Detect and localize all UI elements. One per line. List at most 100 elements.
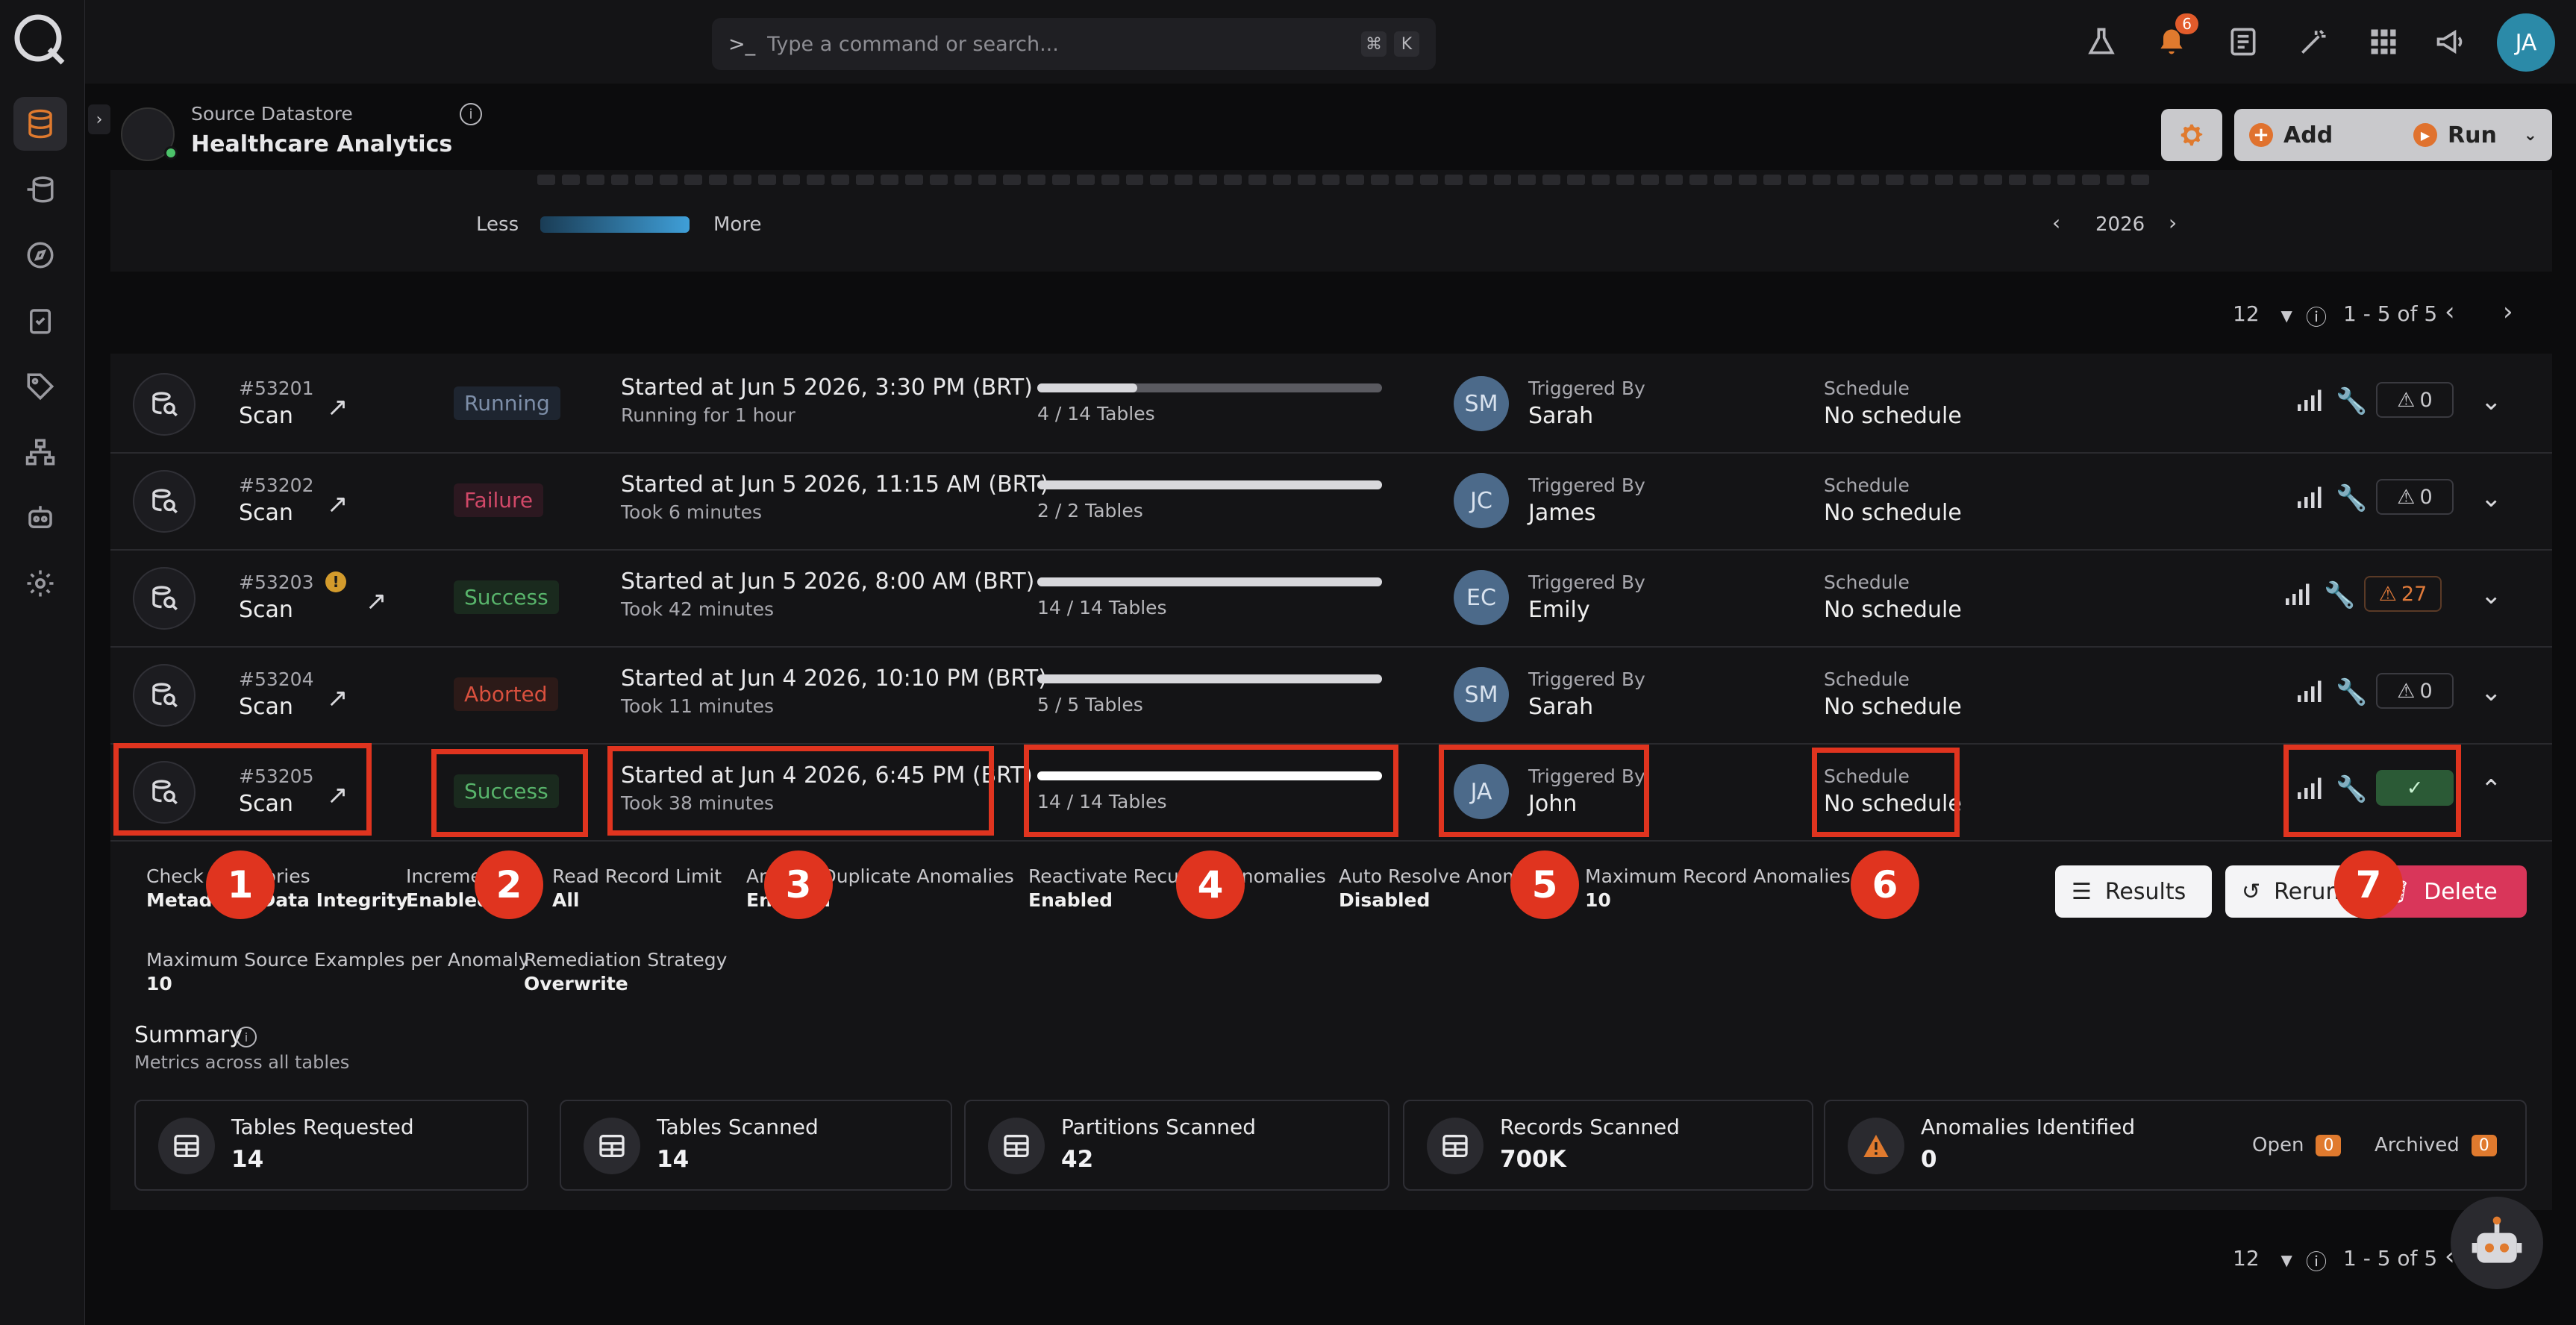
chevron-down-icon[interactable]: ⌄ [2480, 483, 2502, 513]
heatmap-cell [660, 175, 678, 185]
callout-number: 4 [1176, 851, 1245, 919]
heatmap-cell [2130, 175, 2149, 185]
archived-anomalies[interactable]: Archived 0 [2375, 1134, 2497, 1156]
heatmap-cell [1493, 175, 1512, 185]
card-label: Anomalies Identified [1921, 1115, 2136, 1139]
next-page-icon[interactable]: › [2503, 297, 2513, 327]
heatmap-cell [1125, 175, 1144, 185]
results-button[interactable]: ☰ Results [2055, 865, 2212, 918]
heatmap-cell [904, 175, 923, 185]
magic-wand-icon[interactable] [2291, 19, 2336, 64]
explore-icon[interactable] [13, 228, 67, 282]
chevron-down-icon[interactable]: ⌄ [2480, 677, 2502, 707]
heatmap-cell [2008, 175, 2027, 185]
heatmap-cell [610, 175, 629, 185]
page-size-select[interactable]: 12 ▼ [2233, 301, 2292, 326]
heatmap-cell [1542, 175, 1561, 185]
heatmap-cell [1371, 175, 1389, 185]
open-link-icon[interactable]: ↗ [327, 683, 348, 713]
heatmap-cell [1150, 175, 1169, 185]
wrench-icon[interactable]: 🔧 [2336, 386, 2367, 416]
assistant-robot-icon[interactable] [2451, 1197, 2543, 1289]
heatmap-cell [1272, 175, 1291, 185]
open-anomalies[interactable]: Open 0 [2252, 1134, 2342, 1156]
signal-bars-icon[interactable] [2283, 580, 2310, 610]
play-icon: ▶ [2413, 123, 2437, 147]
callout-box [607, 746, 994, 836]
help-icon[interactable]: ⓘ [2306, 1246, 2327, 1276]
open-link-icon[interactable]: ↗ [327, 489, 348, 519]
wrench-icon[interactable]: 🔧 [2336, 483, 2367, 513]
chevron-down-icon[interactable]: ⌄ [2480, 580, 2502, 610]
app-logo[interactable] [10, 10, 69, 69]
prev-page-icon[interactable]: ‹ [2445, 297, 2455, 327]
operation-row[interactable]: #53201 Scan ↗ Running Started at Jun 5 2… [110, 357, 2552, 452]
expand-sidebar-button[interactable]: › [88, 104, 110, 134]
card-value: 0 [1921, 1146, 1937, 1173]
open-link-icon[interactable]: ↗ [327, 392, 348, 422]
operation-row[interactable]: #53202 Scan ↗ Failure Started at Jun 5 2… [110, 454, 2552, 549]
started-at: Started at Jun 5 2026, 3:30 PM (BRT) [621, 375, 1033, 401]
status-badge: Aborted [454, 677, 558, 711]
callout-number: 7 [2334, 851, 2403, 919]
warning-dot-icon: ! [325, 571, 346, 592]
operation-row[interactable]: #53204 Scan ↗ Aborted Started at Jun 4 2… [110, 648, 2552, 743]
schedule-value: No schedule [1824, 403, 1962, 429]
callout-box [2283, 745, 2461, 837]
results-label: Results [2104, 878, 2186, 905]
user-avatar[interactable]: JA [2497, 13, 2555, 72]
help-icon[interactable]: ⓘ [2306, 301, 2327, 331]
info-icon[interactable]: i [460, 103, 482, 125]
signal-bars-icon[interactable] [2295, 677, 2322, 707]
datastore-icon[interactable] [13, 97, 67, 151]
callout-number: 2 [475, 851, 543, 919]
settings-button[interactable] [2161, 109, 2222, 161]
operation-row[interactable]: #53203 Scan ! ↗ Success Started at Jun 5… [110, 551, 2552, 646]
page-size-select-bottom[interactable]: 12 ▼ [2233, 1246, 2292, 1271]
megaphone-icon[interactable] [2428, 19, 2473, 64]
anomalies-badge[interactable]: ⚠ 0 [2376, 382, 2454, 418]
operation-type: Scan [239, 597, 293, 623]
heatmap-cell [1224, 175, 1242, 185]
triggered-label: Triggered By [1528, 474, 1645, 496]
wrench-icon[interactable]: 🔧 [2336, 677, 2367, 707]
chevron-down-icon[interactable]: ⌄ [2480, 386, 2502, 416]
year-prev-icon[interactable]: ‹ [2052, 210, 2060, 235]
add-label: Add [2283, 122, 2333, 148]
notification-bell-icon[interactable]: 6 [2149, 13, 2198, 64]
anomalies-badge[interactable]: ⚠ 27 [2364, 576, 2442, 612]
run-button[interactable]: ▶ Run ⌄ [2398, 109, 2552, 161]
tag-icon[interactable] [13, 360, 67, 413]
summary-info-icon[interactable]: i [236, 1027, 257, 1047]
anomalies-count: 0 [2419, 679, 2433, 703]
enrichment-icon[interactable] [13, 163, 67, 216]
signal-bars-icon[interactable] [2295, 386, 2322, 416]
open-link-icon[interactable]: ↗ [366, 586, 387, 616]
legend-more: More [713, 213, 762, 236]
triggered-by: Sarah [1528, 694, 1594, 720]
checks-icon[interactable] [13, 294, 67, 348]
progress-bar [1037, 577, 1382, 586]
docs-icon[interactable] [2221, 19, 2266, 64]
wrench-icon[interactable]: 🔧 [2324, 580, 2355, 610]
setting-value: 10 [146, 973, 172, 994]
flask-icon[interactable] [2079, 19, 2124, 64]
search-placeholder: Type a command or search... [767, 32, 1059, 56]
anomalies-badge[interactable]: ⚠ 0 [2376, 479, 2454, 515]
command-search[interactable]: >_ Type a command or search... ⌘ K [712, 18, 1436, 70]
heatmap-cell [1322, 175, 1340, 185]
anomalies-badge[interactable]: ⚠ 0 [2376, 673, 2454, 709]
archived-label: Archived [2375, 1134, 2460, 1156]
year-next-icon[interactable]: › [2169, 210, 2177, 235]
callout-box [1812, 748, 1960, 837]
callout-number: 6 [1851, 851, 1919, 919]
heatmap-cell [1469, 175, 1487, 185]
settings-icon[interactable] [13, 557, 67, 610]
agent-icon[interactable] [13, 491, 67, 545]
signal-bars-icon[interactable] [2295, 483, 2322, 513]
chevron-up-icon[interactable]: ⌃ [2480, 774, 2502, 804]
heatmap-cell [1763, 175, 1781, 185]
flows-icon[interactable] [13, 425, 67, 479]
apps-grid-icon[interactable] [2361, 19, 2406, 64]
heatmap-cell [1248, 175, 1266, 185]
